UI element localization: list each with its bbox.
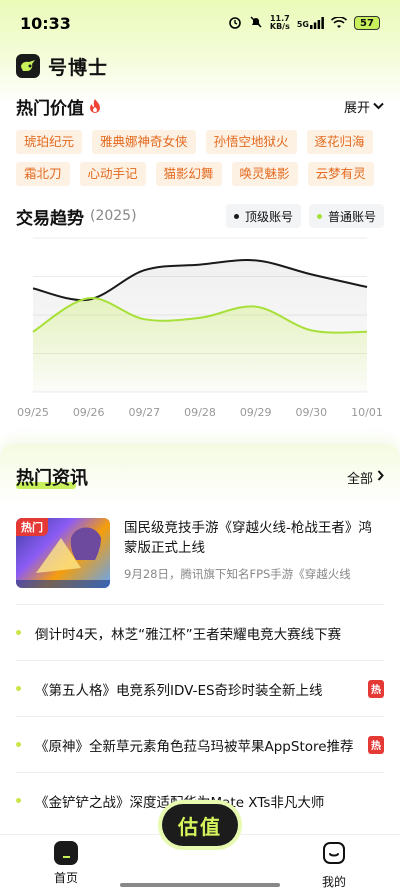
bullet-dot <box>16 630 21 635</box>
nav-home[interactable]: 首页 <box>46 841 86 886</box>
news-list-item[interactable]: 《第五人格》电竞系列IDV-ES奇珍时装全新上线 热 <box>16 660 384 716</box>
hot-tag[interactable]: 孙悟空地狱火 <box>205 130 297 154</box>
alarm-icon <box>228 14 242 33</box>
hot-value-section: 热门价值 展开 琥珀纪元 雅典娜神奇女侠 孙悟空地狱火 逐花归海 霜北刀 心动手… <box>16 94 384 186</box>
status-bar: 10:33 11.7 KB/s 5G 57 <box>0 0 400 46</box>
hot-badge: 热 <box>368 679 384 698</box>
bullet-dot <box>16 798 21 803</box>
news-section: 热门资讯 全部 热门 国民级竞技手游《穿越火线-枪战王者》鸿蒙版正式上线 9月2… <box>0 444 400 834</box>
status-time: 10:33 <box>20 13 71 33</box>
x-tick-label: 09/29 <box>240 406 272 419</box>
x-tick-label: 10/01 <box>351 406 383 419</box>
bullet-dot <box>16 742 21 747</box>
all-news-label: 全部 <box>346 471 373 487</box>
battery-indicator: 57 <box>354 16 380 30</box>
status-icons: 11.7 KB/s 5G 57 <box>228 14 380 33</box>
hot-tag[interactable]: 猫影幻舞 <box>155 162 222 186</box>
featured-news[interactable]: 热门 国民级竞技手游《穿越火线-枪战王者》鸿蒙版正式上线 9月28日，腾讯旗下知… <box>16 518 384 590</box>
expand-button[interactable]: 展开 <box>344 97 384 116</box>
estimate-button[interactable]: 估值 <box>162 804 238 846</box>
hot-tag[interactable]: 逐花归海 <box>306 130 373 154</box>
news-item-text: 《第五人格》电竞系列IDV-ES奇珍时装全新上线 <box>35 682 323 699</box>
expand-label: 展开 <box>343 100 370 116</box>
news-item-text: 倒计时4天，林芝“雅江杯”王者荣耀电竞大赛线下赛 <box>35 626 342 643</box>
hot-tag[interactable]: 琥珀纪元 <box>16 130 83 154</box>
trend-chart: 09/25 09/26 09/27 09/28 09/29 09/30 10/01 <box>17 237 383 419</box>
nav-mine[interactable]: 我的 <box>314 841 354 889</box>
news-item-text: 《原神》全新草元素角色菈乌玛被苹果AppStore推荐 <box>35 738 354 755</box>
news-list-item[interactable]: 倒计时4天，林芝“雅江杯”王者荣耀电竞大赛线下赛 <box>16 604 384 660</box>
x-tick-label: 09/30 <box>295 406 327 419</box>
home-indicator <box>120 883 280 887</box>
hot-tag[interactable]: 云梦有灵 <box>307 162 374 186</box>
chevron-down-icon <box>373 99 384 114</box>
news-title-wrap: 热门资讯 <box>16 464 88 490</box>
network-speed: 11.7 KB/s <box>270 15 290 31</box>
mute-icon <box>249 14 263 33</box>
hot-value-title: 热门价值 <box>16 98 84 119</box>
app-header: 号博士 <box>16 52 108 80</box>
legend-dot <box>316 213 322 219</box>
app-logo-icon <box>16 54 40 78</box>
featured-subtitle: 9月28日，腾讯旗下知名FPS手游《穿越火线 <box>124 567 351 581</box>
news-list-item[interactable]: 《原神》全新草元素角色菈乌玛被苹果AppStore推荐 热 <box>16 716 384 772</box>
hot-tag[interactable]: 雅典娜神奇女侠 <box>92 130 196 154</box>
hot-tag[interactable]: 唤灵魅影 <box>231 162 298 186</box>
x-tick-label: 09/25 <box>17 406 49 419</box>
featured-title: 国民级竞技手游《穿越火线-枪战王者》鸿蒙版正式上线 <box>124 520 372 556</box>
featured-badge: 热门 <box>16 518 48 536</box>
nav-home-label: 首页 <box>53 871 78 885</box>
news-list: 倒计时4天，林芝“雅江杯”王者荣耀电竞大赛线下赛 《第五人格》电竞系列IDV-E… <box>16 604 384 828</box>
all-news-button[interactable]: 全部 <box>347 468 384 487</box>
bullet-dot <box>16 686 21 691</box>
hot-tags: 琥珀纪元 雅典娜神奇女侠 孙悟空地狱火 逐花归海 霜北刀 心动手记 猫影幻舞 唤… <box>16 130 384 186</box>
profile-icon <box>322 841 346 869</box>
hot-tag[interactable]: 心动手记 <box>79 162 146 186</box>
hot-tag[interactable]: 霜北刀 <box>16 162 70 186</box>
fire-icon <box>88 98 102 114</box>
chevron-right-icon <box>377 469 384 485</box>
network-speed-unit: KB/s <box>269 22 290 31</box>
nav-mine-label: 我的 <box>321 875 346 889</box>
x-tick-label: 09/26 <box>73 406 105 419</box>
signal-icon: 5G <box>297 17 324 29</box>
news-title: 热门资讯 <box>16 468 88 489</box>
home-icon <box>54 841 78 865</box>
x-tick-label: 09/28 <box>184 406 216 419</box>
featured-thumbnail: 热门 <box>16 518 110 588</box>
legend-dot <box>233 213 239 219</box>
app-title: 号博士 <box>48 56 109 79</box>
x-tick-label: 09/27 <box>128 406 160 419</box>
hot-badge: 热 <box>368 735 384 754</box>
signal-type: 5G <box>296 20 309 29</box>
wifi-icon <box>330 14 348 33</box>
